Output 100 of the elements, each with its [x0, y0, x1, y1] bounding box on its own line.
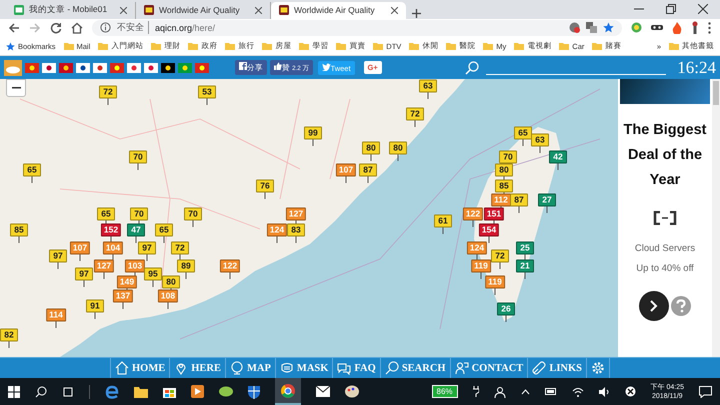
- next-button[interactable]: [639, 291, 669, 322]
- map-view[interactable]: 63 72 53 72 99 65 63 80 80 70 70 42 65 107 87 80 76 85 112 87 27 65 70 70 127 122 151 61 85 152 47 65 124 83 154 107 104 97 72 124 25 97 72 127 103 89 122 119 21 97 95 149 80 119 137 108 91 26 114 82: [0, 79, 618, 358]
- aqi-marker[interactable]: 26: [497, 302, 515, 316]
- nav-icon: [174, 361, 188, 376]
- star-icon[interactable]: [603, 22, 614, 34]
- search-icon[interactable]: [35, 386, 47, 398]
- facebook-icon: [239, 62, 247, 70]
- aqi-marker[interactable]: 91: [86, 300, 104, 313]
- shield-icon[interactable]: [248, 384, 260, 398]
- aqi-marker[interactable]: 97: [49, 250, 67, 263]
- reload-icon[interactable]: [50, 22, 62, 34]
- help-icon[interactable]: [671, 296, 691, 316]
- weather-icon[interactable]: [4, 60, 22, 76]
- folder-icon: [669, 42, 679, 50]
- browser-tab[interactable]: Worldwide Air Quality: [271, 2, 406, 19]
- aqi-marker[interactable]: 85: [495, 180, 513, 193]
- new-tab-icon[interactable]: [412, 8, 421, 18]
- aqi-marker[interactable]: 89: [177, 260, 195, 273]
- edge-browser-icon[interactable]: [105, 384, 119, 398]
- aqi-marker[interactable]: 97: [75, 268, 93, 281]
- security-label: 不安全: [117, 21, 149, 34]
- back-icon[interactable]: [8, 22, 20, 34]
- aqi-marker[interactable]: 65: [514, 126, 532, 140]
- aqi-marker[interactable]: 80: [495, 164, 513, 177]
- aqi-marker[interactable]: 25: [516, 242, 534, 255]
- minus-icon: [12, 87, 20, 90]
- tab-title: Worldwide Air Quality: [159, 5, 241, 16]
- aqi-marker[interactable]: 53: [198, 86, 216, 99]
- language-flag-icon[interactable]: [42, 62, 56, 73]
- aqi-marker[interactable]: 80: [362, 142, 380, 155]
- folder-icon: [98, 42, 108, 50]
- home-icon[interactable]: [71, 22, 83, 34]
- people-icon[interactable]: [494, 386, 506, 398]
- aqi-marker[interactable]: 82: [0, 328, 18, 342]
- scrollbar-thumb[interactable]: [713, 81, 719, 106]
- aqi-marker[interactable]: 65: [97, 208, 115, 221]
- aqi-marker[interactable]: 70: [130, 208, 148, 221]
- task-view-icon[interactable]: [62, 386, 74, 398]
- aqi-marker[interactable]: 152: [100, 224, 122, 237]
- aqi-marker[interactable]: 87: [359, 164, 377, 177]
- aqi-marker[interactable]: 83: [287, 224, 305, 237]
- aqi-marker[interactable]: 70: [499, 150, 517, 164]
- notification-icon[interactable]: [699, 386, 712, 398]
- restore-icon[interactable]: [666, 4, 676, 14]
- store-bag-icon[interactable]: [163, 385, 176, 398]
- no-entry-icon[interactable]: [624, 386, 636, 397]
- mail-icon[interactable]: [316, 386, 330, 397]
- aqi-marker[interactable]: 95: [144, 268, 162, 281]
- aqi-marker[interactable]: 87: [510, 194, 528, 207]
- bird-icon: [322, 62, 331, 71]
- address-field[interactable]: 不安全 aqicn.org/here/: [92, 20, 622, 36]
- aqi-marker[interactable]: 27: [538, 194, 556, 207]
- aqi-marker[interactable]: 72: [171, 242, 189, 255]
- aqi-marker[interactable]: 70: [129, 150, 147, 164]
- aqi-marker[interactable]: 72: [491, 250, 509, 263]
- flame-icon[interactable]: [672, 22, 682, 34]
- aqi-marker[interactable]: 99: [304, 126, 322, 140]
- aqi-marker[interactable]: 97: [138, 242, 156, 255]
- zoom-out-button[interactable]: [6, 79, 26, 98]
- chrome-taskbar-button[interactable]: [275, 378, 301, 405]
- battery-icon[interactable]: [544, 388, 557, 395]
- aqi-marker[interactable]: 70: [184, 208, 202, 221]
- media-player-icon[interactable]: [191, 385, 204, 398]
- speaker-icon[interactable]: [598, 386, 610, 396]
- aqi-marker[interactable]: 21: [516, 260, 534, 273]
- aqi-marker[interactable]: 63: [531, 134, 549, 147]
- windows-start-icon[interactable]: [8, 386, 20, 398]
- language-flag-icon[interactable]: [161, 62, 175, 73]
- close-icon[interactable]: [698, 4, 708, 14]
- aqi-marker[interactable]: 151: [484, 208, 504, 221]
- aqi-marker[interactable]: 63: [419, 80, 437, 93]
- aqi-marker[interactable]: 47: [127, 224, 145, 237]
- nav-icon: [454, 361, 469, 376]
- chrome-icon: [281, 384, 295, 398]
- aqi-marker[interactable]: 65: [23, 164, 41, 177]
- profile-icon[interactable]: [691, 21, 699, 34]
- aqi-marker[interactable]: 42: [549, 150, 567, 164]
- aqi-marker[interactable]: 72: [99, 86, 117, 99]
- close-icon[interactable]: [391, 6, 398, 14]
- folder-icon: [559, 42, 570, 50]
- ad-image[interactable]: [620, 79, 710, 104]
- aqi-marker[interactable]: 65: [155, 224, 173, 237]
- menu-icon[interactable]: [708, 22, 711, 34]
- close-icon[interactable]: [255, 6, 262, 14]
- aqi-marker[interactable]: 80: [389, 142, 407, 155]
- aqi-marker[interactable]: 72: [406, 108, 424, 121]
- aqi-marker[interactable]: 85: [10, 224, 28, 237]
- aqi-marker[interactable]: 80: [162, 276, 180, 289]
- folder-icon[interactable]: [134, 386, 148, 398]
- wifi-icon[interactable]: [572, 386, 584, 396]
- paint-palette-icon[interactable]: [345, 385, 359, 398]
- language-flag-icon[interactable]: [76, 62, 90, 73]
- aqi-marker[interactable]: 76: [256, 180, 274, 193]
- ad-headline: The Biggest Deal of the Year: [622, 121, 708, 190]
- aqi-marker[interactable]: 154: [478, 224, 500, 237]
- aqi-marker[interactable]: 61: [434, 214, 452, 228]
- chevron-up-icon[interactable]: [520, 388, 530, 394]
- close-icon[interactable]: [120, 6, 127, 14]
- extension-icon[interactable]: [631, 22, 642, 34]
- clock-time: 16:24: [677, 58, 716, 78]
